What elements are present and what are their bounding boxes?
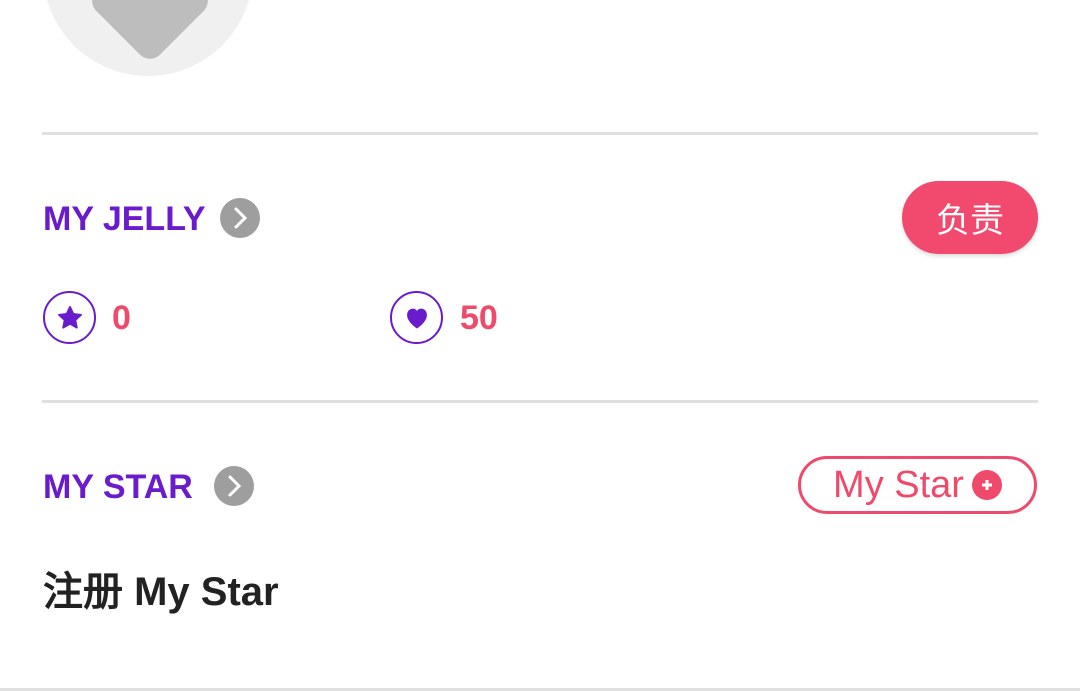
chevron-right-icon[interactable] bbox=[220, 198, 260, 238]
avatar-placeholder-icon bbox=[86, 0, 214, 65]
chevron-right-icon[interactable] bbox=[214, 466, 254, 506]
add-my-star-button[interactable]: My Star bbox=[798, 456, 1037, 514]
charge-button[interactable]: 负责 bbox=[902, 181, 1038, 254]
my-jelly-title[interactable]: MY JELLY bbox=[43, 199, 206, 239]
add-my-star-label: My Star bbox=[833, 463, 964, 506]
heart-jelly-icon bbox=[390, 291, 443, 344]
divider bbox=[42, 132, 1038, 135]
plus-icon bbox=[971, 470, 1002, 500]
register-my-star-text[interactable]: 注册 My Star bbox=[43, 568, 279, 616]
star-jelly-count: 0 bbox=[112, 299, 131, 337]
heart-jelly-count: 50 bbox=[460, 299, 498, 337]
avatar[interactable] bbox=[43, 0, 253, 76]
divider bbox=[42, 400, 1038, 403]
my-star-title[interactable]: MY STAR bbox=[43, 467, 193, 507]
star-jelly-icon bbox=[43, 291, 96, 344]
